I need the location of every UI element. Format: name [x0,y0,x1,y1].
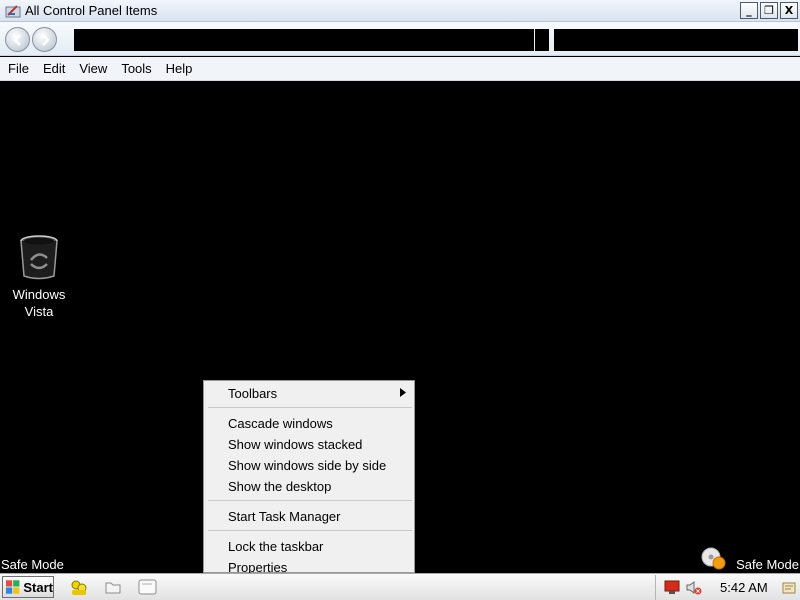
submenu-arrow-icon [400,388,406,397]
menu-separator [208,530,412,531]
start-button[interactable]: Start [2,576,54,598]
desktop-icon-label-line1: Windows [12,287,66,302]
menu-item-lock-the-taskbar[interactable]: Lock the taskbar [228,539,323,554]
show-desktop-icon[interactable] [781,580,797,596]
menu-separator [208,500,412,501]
menu-help[interactable]: Help [159,61,200,76]
restore-button[interactable]: ❐ [760,2,778,19]
menu-item-show-windows-side-by-side[interactable]: Show windows side by side [228,458,386,473]
forward-button[interactable] [32,27,57,52]
navigation-bar [0,22,800,56]
recycle-bin-icon [20,235,58,280]
window-controls: _ ❐ X [740,2,798,19]
minimize-button[interactable]: _ [740,2,758,19]
desktop-icon-label-line2: Vista [24,304,54,319]
volume-muted-icon[interactable] [686,580,702,596]
menu-item-start-task-manager[interactable]: Start Task Manager [228,509,340,524]
taskbar[interactable]: Start 5:42 AM [0,573,800,600]
menu-item-show-the-desktop[interactable]: Show the desktop [228,479,331,494]
menu-file[interactable]: File [1,61,36,76]
address-bar[interactable] [74,29,534,51]
start-label: Start [23,579,53,595]
address-dropdown-button[interactable] [535,29,549,51]
taskbar-context-menu: Toolbars Cascade windows Show windows st… [203,380,415,575]
menu-bar: File Edit View Tools Help [0,57,800,81]
safe-mode-label-left: Safe Mode [1,557,64,572]
network-icon[interactable] [664,580,680,595]
title-bar[interactable]: All Control Panel Items _ ❐ X [0,0,800,22]
back-arrow-icon [12,33,21,46]
close-button[interactable]: X [780,2,798,19]
windows-logo-icon [5,580,20,594]
system-tray: 5:42 AM [655,575,800,600]
control-panel-icon [5,4,21,18]
safe-mode-label-right: Safe Mode [736,557,799,572]
menu-edit[interactable]: Edit [36,61,72,76]
menu-separator [208,407,412,408]
menu-item-show-windows-stacked[interactable]: Show windows stacked [228,437,362,452]
menu-item-toolbars[interactable]: Toolbars [228,386,277,401]
cd-drive-icon [701,547,726,570]
back-button[interactable] [5,27,30,52]
window-task-button-icon[interactable] [138,578,158,596]
forward-arrow-icon [41,33,50,46]
desktop-icon-windows-vista[interactable]: Windows Vista [4,234,74,320]
window-title: All Control Panel Items [25,3,158,18]
menu-view[interactable]: View [72,61,114,76]
folder-quicklaunch-icon[interactable] [104,578,122,596]
clock[interactable]: 5:42 AM [720,580,768,595]
search-input[interactable] [554,29,798,51]
menu-item-cascade-windows[interactable]: Cascade windows [228,416,333,431]
menu-item-toolbars-label: Toolbars [228,386,278,401]
menu-tools[interactable]: Tools [114,61,158,76]
users-quicklaunch-icon[interactable] [70,578,88,596]
